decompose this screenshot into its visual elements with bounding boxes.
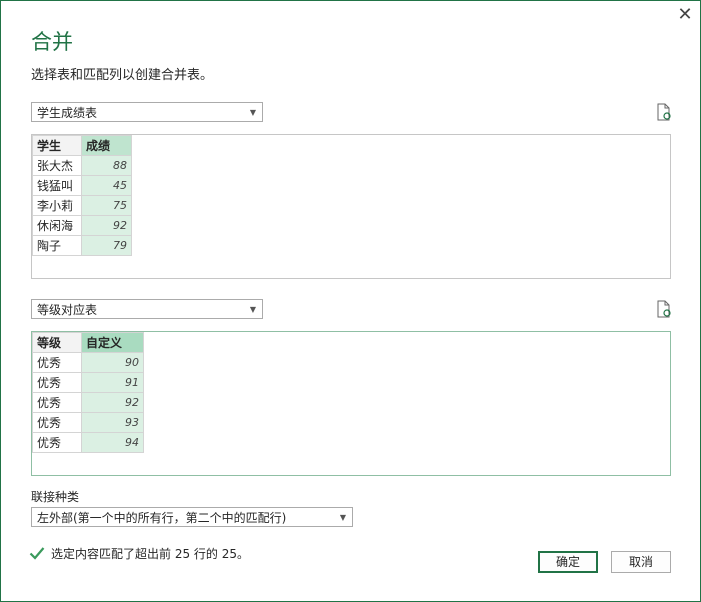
merge-dialog: ✕ 合并 选择表和匹配列以创建合并表。 学生成绩表 ▼ 学生 成绩 张大杰 88 bbox=[0, 0, 701, 602]
ok-button[interactable]: 确定 bbox=[538, 551, 598, 573]
cell-score: 92 bbox=[81, 215, 132, 236]
table1-preview: 学生 成绩 张大杰 88 钱猛叫 45 李小莉 75 休闲海 92 陶子 79 bbox=[31, 134, 671, 279]
match-status: 选定内容匹配了超出前 25 行的 25。 bbox=[29, 545, 249, 563]
table-row: 优秀 92 bbox=[32, 392, 144, 413]
dialog-subtitle: 选择表和匹配列以创建合并表。 bbox=[31, 68, 214, 83]
cell-custom: 94 bbox=[81, 432, 144, 453]
table-row: 钱猛叫 45 bbox=[32, 175, 132, 196]
cell-custom: 90 bbox=[81, 352, 144, 373]
join-kind-value: 左外部(第一个中的所有行，第二个中的匹配行) bbox=[37, 511, 287, 525]
table2-select-value: 等级对应表 bbox=[37, 303, 98, 317]
cell-student: 陶子 bbox=[32, 235, 82, 256]
dropdown-arrow-icon: ▼ bbox=[339, 513, 346, 522]
cell-grade: 优秀 bbox=[32, 432, 82, 453]
table-row: 优秀 91 bbox=[32, 372, 144, 393]
table-row: 优秀 93 bbox=[32, 412, 144, 433]
table-row: 李小莉 75 bbox=[32, 195, 132, 216]
table1-select[interactable]: 学生成绩表 ▼ bbox=[31, 102, 263, 122]
cell-grade: 优秀 bbox=[32, 392, 82, 413]
column-header-score[interactable]: 成绩 bbox=[81, 135, 132, 156]
cancel-button[interactable]: 取消 bbox=[611, 551, 671, 573]
column-header-grade[interactable]: 等级 bbox=[32, 332, 82, 353]
check-icon bbox=[29, 547, 45, 560]
table2-select[interactable]: 等级对应表 ▼ bbox=[31, 299, 263, 319]
column-header-custom[interactable]: 自定义 bbox=[81, 332, 144, 353]
table-row: 休闲海 92 bbox=[32, 215, 132, 236]
match-status-text: 选定内容匹配了超出前 25 行的 25。 bbox=[51, 547, 249, 561]
table-row: 优秀 90 bbox=[32, 352, 144, 373]
cell-grade: 优秀 bbox=[32, 372, 82, 393]
dropdown-arrow-icon: ▼ bbox=[249, 305, 256, 314]
join-kind-label: 联接种类 bbox=[31, 490, 80, 504]
table-row: 优秀 94 bbox=[32, 432, 144, 453]
cell-custom: 92 bbox=[81, 392, 144, 413]
dialog-title: 合并 bbox=[31, 30, 73, 54]
cell-grade: 优秀 bbox=[32, 412, 82, 433]
refresh-icon[interactable] bbox=[656, 103, 672, 121]
table2-preview: 等级 自定义 优秀 90 优秀 91 优秀 92 优秀 93 优秀 94 bbox=[31, 331, 671, 476]
cell-score: 88 bbox=[81, 155, 132, 176]
table2-grid: 等级 自定义 优秀 90 优秀 91 优秀 92 优秀 93 优秀 94 bbox=[32, 332, 144, 453]
cell-score: 75 bbox=[81, 195, 132, 216]
refresh-icon[interactable] bbox=[656, 300, 672, 318]
cell-score: 79 bbox=[81, 235, 132, 256]
column-header-student[interactable]: 学生 bbox=[32, 135, 82, 156]
cell-grade: 优秀 bbox=[32, 352, 82, 373]
cell-student: 张大杰 bbox=[32, 155, 82, 176]
table1-grid: 学生 成绩 张大杰 88 钱猛叫 45 李小莉 75 休闲海 92 陶子 79 bbox=[32, 135, 132, 256]
close-icon[interactable]: ✕ bbox=[675, 5, 695, 25]
dropdown-arrow-icon: ▼ bbox=[249, 108, 256, 117]
cell-custom: 91 bbox=[81, 372, 144, 393]
table1-select-value: 学生成绩表 bbox=[37, 106, 98, 120]
cell-score: 45 bbox=[81, 175, 132, 196]
cell-student: 李小莉 bbox=[32, 195, 82, 216]
table-row: 张大杰 88 bbox=[32, 155, 132, 176]
table-row: 陶子 79 bbox=[32, 235, 132, 256]
cell-student: 钱猛叫 bbox=[32, 175, 82, 196]
join-kind-select[interactable]: 左外部(第一个中的所有行，第二个中的匹配行) ▼ bbox=[31, 507, 353, 527]
cell-custom: 93 bbox=[81, 412, 144, 433]
cell-student: 休闲海 bbox=[32, 215, 82, 236]
